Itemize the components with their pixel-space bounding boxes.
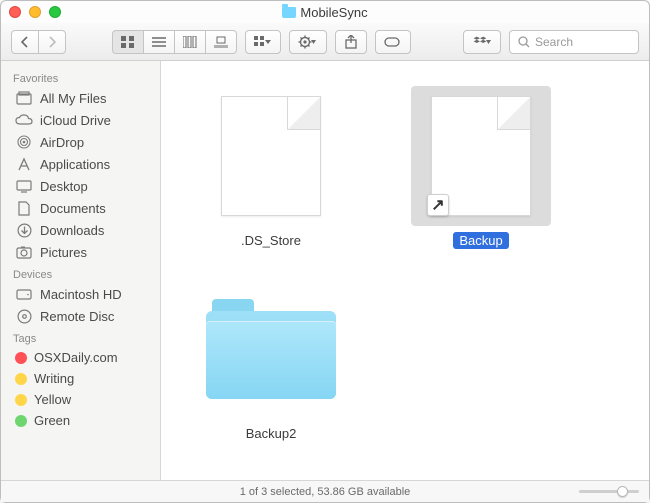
search-icon xyxy=(518,36,530,48)
view-mode-segment xyxy=(112,30,237,54)
arrange-button[interactable] xyxy=(245,30,281,54)
sidebar-item-label: Yellow xyxy=(34,392,71,407)
back-button[interactable] xyxy=(11,30,38,54)
pictures-icon xyxy=(15,244,33,260)
sidebar-item-airdrop[interactable]: AirDrop xyxy=(1,131,160,153)
sidebar-item-label: All My Files xyxy=(40,91,106,106)
sidebar-item-desktop[interactable]: Desktop xyxy=(1,175,160,197)
alias-badge-icon: ↗ xyxy=(427,194,449,216)
tag-dot-icon xyxy=(15,352,27,364)
close-window-button[interactable] xyxy=(9,6,21,18)
sidebar-item-applications[interactable]: Applications xyxy=(1,153,160,175)
finder-window: MobileSync Search Favorites All My Files xyxy=(0,0,650,503)
file-item[interactable]: ↗Backup xyxy=(401,86,561,249)
tag-dot-icon xyxy=(15,373,27,385)
nav-back-forward xyxy=(11,30,66,54)
search-placeholder: Search xyxy=(535,35,573,49)
toolbar: Search xyxy=(1,23,649,61)
folder-icon xyxy=(201,279,341,419)
status-bar: 1 of 3 selected, 53.86 GB available xyxy=(1,480,649,502)
minimize-window-button[interactable] xyxy=(29,6,41,18)
file-label: .DS_Store xyxy=(235,232,307,249)
file-item[interactable]: Backup2 xyxy=(191,279,351,442)
action-button[interactable] xyxy=(289,30,327,54)
icloud-icon xyxy=(15,112,33,128)
sidebar-item-icloud[interactable]: iCloud Drive xyxy=(1,109,160,131)
sidebar-item-label: Desktop xyxy=(40,179,88,194)
folder-icon xyxy=(282,7,296,18)
dropbox-button[interactable] xyxy=(463,30,501,54)
sidebar-item-label: Applications xyxy=(40,157,110,172)
sidebar-item-label: Green xyxy=(34,413,70,428)
sidebar-tag-yellow[interactable]: Yellow xyxy=(1,389,160,410)
sidebar-tag-osxdaily[interactable]: OSXDaily.com xyxy=(1,347,160,368)
sidebar-header-favorites: Favorites xyxy=(1,67,160,87)
sidebar-item-label: Remote Disc xyxy=(40,309,114,324)
window-title-text: MobileSync xyxy=(300,5,367,20)
zoom-window-button[interactable] xyxy=(49,6,61,18)
document-icon xyxy=(201,86,341,226)
window-title: MobileSync xyxy=(1,5,649,20)
sidebar-header-tags: Tags xyxy=(1,327,160,347)
file-browser[interactable]: .DS_Store ↗Backup Backup2 xyxy=(161,61,649,480)
airdrop-icon xyxy=(15,134,33,150)
sidebar-header-devices: Devices xyxy=(1,263,160,283)
sidebar-item-remote-disc[interactable]: Remote Disc xyxy=(1,305,160,327)
sidebar-item-label: Pictures xyxy=(40,245,87,260)
sidebar-tag-green[interactable]: Green xyxy=(1,410,160,431)
sidebar-item-macintosh-hd[interactable]: Macintosh HD xyxy=(1,283,160,305)
tag-dot-icon xyxy=(15,415,27,427)
column-view-button[interactable] xyxy=(174,30,205,54)
titlebar: MobileSync xyxy=(1,1,649,23)
icon-size-slider[interactable] xyxy=(579,490,639,493)
desktop-icon xyxy=(15,178,33,194)
documents-icon xyxy=(15,200,33,216)
sidebar-item-label: Documents xyxy=(40,201,106,216)
share-button[interactable] xyxy=(335,30,367,54)
coverflow-view-button[interactable] xyxy=(205,30,237,54)
sidebar-item-label: Downloads xyxy=(40,223,104,238)
sidebar-item-pictures[interactable]: Pictures xyxy=(1,241,160,263)
list-view-button[interactable] xyxy=(143,30,174,54)
icon-view-button[interactable] xyxy=(112,30,143,54)
sidebar-item-label: OSXDaily.com xyxy=(34,350,118,365)
sidebar-tag-writing[interactable]: Writing xyxy=(1,368,160,389)
sidebar-item-downloads[interactable]: Downloads xyxy=(1,219,160,241)
sidebar-item-label: Writing xyxy=(34,371,74,386)
all-my-files-icon xyxy=(15,90,33,106)
downloads-icon xyxy=(15,222,33,238)
sidebar-item-label: iCloud Drive xyxy=(40,113,111,128)
search-field[interactable]: Search xyxy=(509,30,639,54)
file-label: Backup2 xyxy=(240,425,303,442)
hard-disk-icon xyxy=(15,286,33,302)
status-text: 1 of 3 selected, 53.86 GB available xyxy=(240,486,411,498)
forward-button[interactable] xyxy=(38,30,66,54)
sidebar-item-label: Macintosh HD xyxy=(40,287,122,302)
sidebar-item-documents[interactable]: Documents xyxy=(1,197,160,219)
window-controls xyxy=(9,6,61,18)
remote-disc-icon xyxy=(15,308,33,324)
tags-button[interactable] xyxy=(375,30,411,54)
file-item[interactable]: .DS_Store xyxy=(191,86,351,249)
file-label: Backup xyxy=(453,232,508,249)
sidebar-item-all-my-files[interactable]: All My Files xyxy=(1,87,160,109)
sidebar-item-label: AirDrop xyxy=(40,135,84,150)
tag-dot-icon xyxy=(15,394,27,406)
applications-icon xyxy=(15,156,33,172)
document-icon: ↗ xyxy=(411,86,551,226)
sidebar: Favorites All My Files iCloud Drive AirD… xyxy=(1,61,161,480)
